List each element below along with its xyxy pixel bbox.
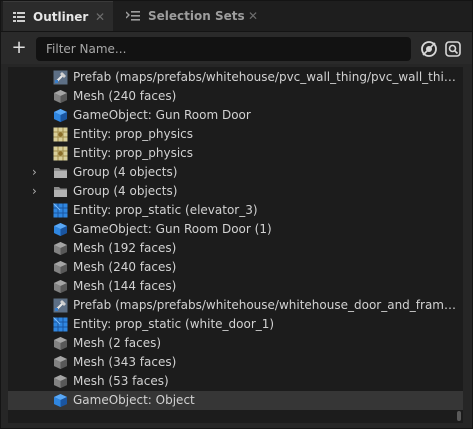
tree-row[interactable]: › Group (4 objects) <box>8 163 463 182</box>
tab-outliner-label: Outliner <box>33 9 89 24</box>
outliner-window: Outliner ✕ Selection Sets ✕ + Filter Nam… <box>0 0 473 429</box>
outliner-list-icon <box>13 11 25 22</box>
chevron-right-icon[interactable]: › <box>32 165 37 179</box>
tree-row-label: Entity: prop_physics <box>73 127 194 141</box>
tree-row[interactable]: Entity: prop_static (elevator_3) <box>8 201 463 220</box>
tree-row-label: Entity: prop_static (elevator_3) <box>73 203 258 217</box>
entity-physics-icon <box>53 127 68 142</box>
folder-icon <box>53 165 68 180</box>
tab-bar: Outliner ✕ Selection Sets ✕ <box>1 1 472 32</box>
entity-physics-icon <box>53 146 68 161</box>
selection-sets-icon <box>126 11 140 21</box>
mesh-icon <box>53 374 68 389</box>
close-icon[interactable]: ✕ <box>248 9 258 23</box>
tree-row[interactable]: Prefab (maps/prefabs/whitehouse/pvc_wall… <box>8 68 463 87</box>
mesh-icon <box>53 89 68 104</box>
tab-selection-sets-label: Selection Sets <box>148 9 245 23</box>
tree-row[interactable]: Mesh (343 faces) <box>8 353 463 372</box>
tree-row[interactable]: GameObject: Gun Room Door <box>8 106 463 125</box>
search-options-icon[interactable] <box>443 39 463 59</box>
tree-row-label: GameObject: Gun Room Door <box>73 108 251 122</box>
tab-selection-sets[interactable]: Selection Sets ✕ <box>116 1 266 31</box>
tree-row[interactable]: Prefab (maps/prefabs/whitehouse/whitehou… <box>8 296 463 315</box>
tree-row[interactable]: Mesh (144 faces) <box>8 277 463 296</box>
tree-row-label: Mesh (192 faces) <box>73 241 177 255</box>
close-icon[interactable]: ✕ <box>95 10 105 24</box>
tree-row-label: Mesh (343 faces) <box>73 355 177 369</box>
tree-row-label: GameObject: Object <box>73 393 195 407</box>
tree-row[interactable]: › Group (4 objects) <box>8 182 463 201</box>
entity-static-icon <box>53 203 68 218</box>
hide-filter-icon[interactable] <box>419 39 439 59</box>
mesh-icon <box>53 355 68 370</box>
tree-row-label: Prefab (maps/prefabs/whitehouse/whitehou… <box>73 298 461 312</box>
mesh-icon <box>53 336 68 351</box>
tree-row-label: GameObject: Gun Room Door (1) <box>73 222 272 236</box>
tree-row-label: Prefab (maps/prefabs/whitehouse/pvc_wall… <box>73 70 461 84</box>
folder-icon <box>53 184 68 199</box>
scrollbar[interactable] <box>457 411 461 421</box>
gameobject-icon <box>53 108 68 123</box>
chevron-right-icon[interactable]: › <box>32 184 37 198</box>
tree-row[interactable]: Mesh (192 faces) <box>8 239 463 258</box>
outliner-tree: Prefab (maps/prefabs/whitehouse/pvc_wall… <box>8 67 463 423</box>
tree-row[interactable]: GameObject: Gun Room Door (1) <box>8 220 463 239</box>
tree-row-label: Mesh (240 faces) <box>73 89 177 103</box>
tree-row[interactable]: Mesh (53 faces) <box>8 372 463 391</box>
tree-row[interactable]: Entity: prop_physics <box>8 125 463 144</box>
tree-row[interactable]: Mesh (2 faces) <box>8 334 463 353</box>
tree-row[interactable]: Entity: prop_physics <box>8 144 463 163</box>
tree-row-label: Mesh (240 faces) <box>73 260 177 274</box>
prefab-icon <box>53 70 68 85</box>
mesh-icon <box>53 241 68 256</box>
add-button[interactable]: + <box>8 38 30 60</box>
tree-row[interactable]: Mesh (240 faces) <box>8 87 463 106</box>
gameobject-icon <box>53 222 68 237</box>
tree-row-label: Mesh (2 faces) <box>73 336 162 350</box>
mesh-icon <box>53 279 68 294</box>
tree-row-label: Group (4 objects) <box>73 184 178 198</box>
tree-row-label: Mesh (144 faces) <box>73 279 177 293</box>
tab-outliner[interactable]: Outliner ✕ <box>3 1 113 31</box>
tree-row-label: Entity: prop_static (white_door_1) <box>73 317 275 331</box>
prefab-icon <box>53 298 68 313</box>
entity-static-icon <box>53 317 68 332</box>
filter-name-input[interactable]: Filter Name... <box>36 37 411 61</box>
tree-row-label: Mesh (53 faces) <box>73 374 169 388</box>
gameobject-icon <box>53 393 68 408</box>
outliner-toolbar: + Filter Name... <box>1 32 472 64</box>
mesh-icon <box>53 260 68 275</box>
tree-row-label: Group (4 objects) <box>73 165 178 179</box>
tree-row[interactable]: GameObject: Object <box>8 391 463 410</box>
tree-row[interactable]: Mesh (240 faces) <box>8 258 463 277</box>
tree-row-label: Entity: prop_physics <box>73 146 194 160</box>
tree-row[interactable]: Entity: prop_static (white_door_1) <box>8 315 463 334</box>
